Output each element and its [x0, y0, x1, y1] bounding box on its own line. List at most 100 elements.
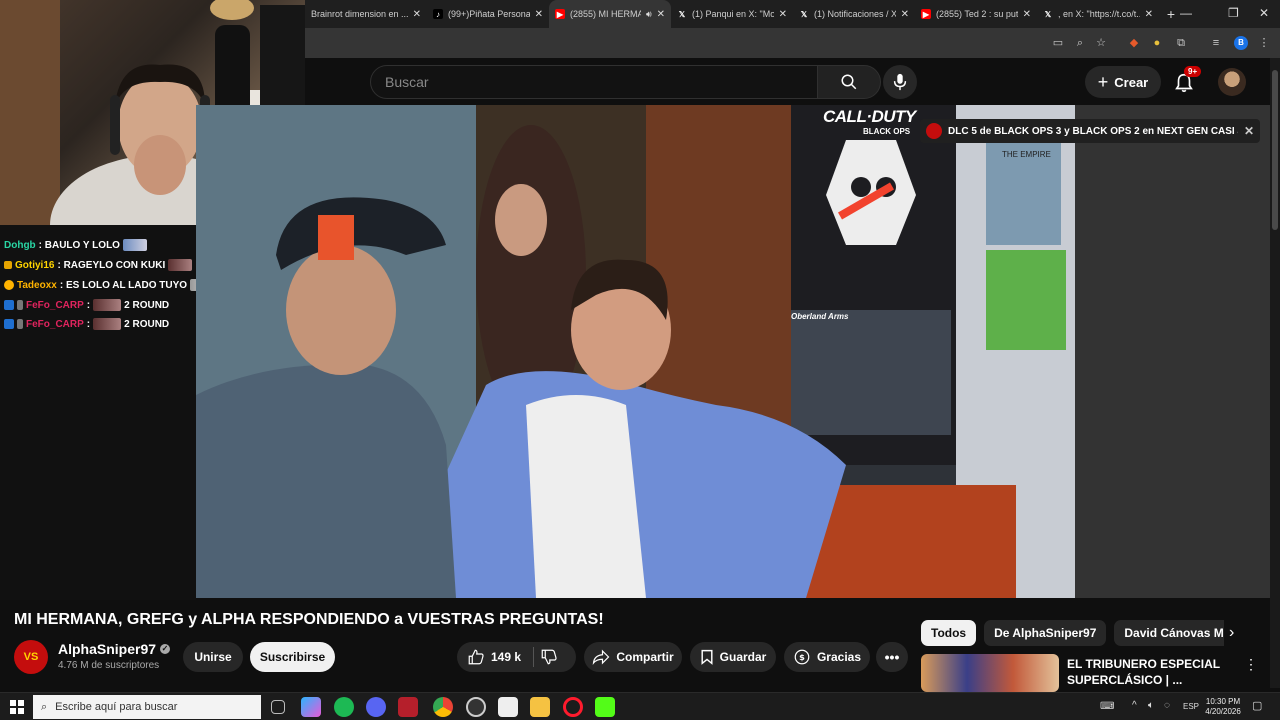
- voice-search-button[interactable]: [883, 65, 917, 99]
- close-notification-icon[interactable]: ✕: [1244, 124, 1254, 138]
- like-dislike-group: 149 k: [457, 642, 576, 672]
- windows-taskbar: ⌕ Escribe aquí para buscar ⌨ ^ 🔈︎ ◌ ESP …: [0, 692, 1280, 720]
- browser-tab-active[interactable]: ▶ (2855) MI HERMA 🔊︎ ✕: [549, 0, 671, 28]
- browser-tab[interactable]: ♪ (99+)Piñata Personali... ✕: [427, 0, 549, 28]
- bookmark-star-icon[interactable]: ☆: [1094, 36, 1108, 50]
- create-button[interactable]: + Crear: [1085, 66, 1161, 98]
- thanks-button[interactable]: $ Gracias: [784, 642, 870, 672]
- tab-title: (99+)Piñata Personali...: [448, 9, 530, 19]
- video-player[interactable]: CALL·DUTY BLACK OPS THE EMPIRE Oberland …: [196, 105, 1075, 598]
- notification-toast[interactable]: DLC 5 de BLACK OPS 3 y BLACK OPS 2 en NE…: [920, 119, 1260, 143]
- chip-all[interactable]: Todos: [921, 620, 977, 646]
- super-thanks-icon: $: [794, 649, 810, 665]
- obs-icon[interactable]: [466, 697, 486, 717]
- thanks-label: Gracias: [816, 650, 862, 664]
- youtube-icon: ▶: [921, 9, 931, 19]
- capcut-icon[interactable]: [498, 697, 518, 717]
- clock-date: 4/20/2026: [1205, 707, 1241, 716]
- minimize-icon[interactable]: —: [1180, 6, 1192, 20]
- extension-fox-icon[interactable]: ◆: [1127, 36, 1141, 50]
- recommendation-chips: Todos De AlphaSniper97 David Cánovas Mar: [921, 620, 1225, 646]
- kick-icon[interactable]: [595, 697, 615, 717]
- zoom-icon[interactable]: ⌕: [1073, 36, 1087, 50]
- browser-tab[interactable]: 𝕏 (1) Panqui en X: "Mor... ✕: [671, 0, 793, 28]
- page-scrollbar-thumb[interactable]: [1272, 70, 1278, 230]
- search-input[interactable]: Buscar: [370, 65, 818, 99]
- browser-tab[interactable]: ▶ (2855) Ted 2 : su puta... ✕: [915, 0, 1037, 28]
- share-button[interactable]: Compartir: [584, 642, 682, 672]
- browser-tab[interactable]: 𝕏 , en X: "https://t.co/t... ✕: [1037, 0, 1159, 28]
- close-tab-icon[interactable]: ✕: [413, 9, 421, 20]
- close-tab-icon[interactable]: ✕: [1145, 9, 1153, 20]
- chevron-right-icon[interactable]: ›: [1229, 624, 1234, 642]
- windows-start-icon[interactable]: [10, 700, 24, 714]
- tab-title: (2855) MI HERMA: [570, 9, 641, 19]
- keyboard-icon[interactable]: ⌨: [1100, 701, 1114, 712]
- recommended-video-thumbnail[interactable]: [921, 654, 1059, 692]
- x-icon: 𝕏: [678, 9, 686, 19]
- restore-icon[interactable]: ❐: [1228, 6, 1239, 20]
- extension-color-icon[interactable]: ●: [1150, 36, 1164, 50]
- chat-text: 2 ROUND: [124, 299, 170, 311]
- chat-text: 2 ROUND: [124, 318, 170, 330]
- cast-icon[interactable]: ▭: [1051, 36, 1065, 50]
- channel-name-row[interactable]: AlphaSniper97 ✓: [58, 641, 171, 657]
- copilot-icon[interactable]: [301, 697, 321, 717]
- taskbar-search-input[interactable]: ⌕ Escribe aquí para buscar: [33, 695, 261, 719]
- browser-tab[interactable]: Brainrot dimension en ... ✕: [305, 0, 427, 28]
- channel-name[interactable]: AlphaSniper97: [58, 641, 156, 657]
- thumbs-down-icon[interactable]: [540, 648, 558, 666]
- subscribe-button[interactable]: Suscribirse: [250, 642, 335, 672]
- chip-channel[interactable]: De AlphaSniper97: [984, 620, 1107, 646]
- browser-tab[interactable]: 𝕏 (1) Notificaciones / X ✕: [793, 0, 915, 28]
- search-button[interactable]: [817, 65, 881, 99]
- chat-username: FeFo_CARP: [26, 318, 84, 330]
- close-window-icon[interactable]: ✕: [1259, 6, 1269, 20]
- opera-icon[interactable]: [563, 697, 583, 717]
- verified-check-icon: ✓: [160, 644, 171, 654]
- notifications-button[interactable]: 9+: [1171, 66, 1202, 96]
- media-list-icon[interactable]: ≡: [1209, 36, 1223, 50]
- system-clock[interactable]: 10:30 PM 4/20/2026: [1200, 697, 1246, 717]
- notification-center-icon[interactable]: ▢: [1252, 699, 1262, 712]
- spotify-icon[interactable]: [334, 697, 354, 717]
- account-avatar[interactable]: [1218, 68, 1246, 96]
- close-tab-icon[interactable]: ✕: [779, 9, 787, 20]
- network-icon[interactable]: ◌: [1164, 700, 1170, 711]
- close-tab-icon[interactable]: ✕: [901, 9, 909, 20]
- chrome-icon[interactable]: [433, 697, 453, 717]
- chat-text: : RAGEYLO CON KUKI: [57, 259, 166, 271]
- recommended-video-title[interactable]: EL TRIBUNERO ESPECIAL SUPERCLÁSICO | ...: [1067, 656, 1237, 688]
- chat-separator: :: [86, 318, 91, 330]
- browser-menu-icon[interactable]: ⋮: [1257, 36, 1271, 50]
- chat-message: Tadeoxx : ES LOLO AL LADO TUYO: [4, 279, 215, 291]
- close-tab-icon[interactable]: ✕: [1023, 9, 1031, 20]
- thumbs-up-icon[interactable]: [467, 648, 485, 666]
- close-tab-icon[interactable]: ✕: [535, 9, 543, 20]
- tray-chevron-icon[interactable]: ^: [1132, 700, 1137, 711]
- browser-toolbar: ▭ ⌕ ☆ ◆ ● ⧉ ≡ B ⋮: [305, 28, 1280, 58]
- save-label: Guardar: [719, 650, 767, 664]
- tab-title: (1) Notificaciones / X: [814, 9, 896, 19]
- volume-icon[interactable]: 🔈︎: [1148, 700, 1154, 711]
- close-tab-icon[interactable]: ✕: [657, 9, 665, 20]
- discord-icon[interactable]: [366, 697, 386, 717]
- join-button[interactable]: Unirse: [183, 642, 243, 672]
- file-explorer-icon[interactable]: [530, 697, 550, 717]
- task-view-icon[interactable]: [271, 700, 285, 714]
- input-language[interactable]: ESP: [1183, 702, 1199, 711]
- game-logo-subtext: BLACK OPS: [863, 127, 911, 136]
- chip-related[interactable]: David Cánovas Mar: [1114, 620, 1225, 646]
- like-count[interactable]: 149 k: [491, 650, 521, 664]
- svg-text:$: $: [799, 652, 805, 662]
- emote-icon: [93, 318, 122, 330]
- speaker-icon[interactable]: 🔊︎: [646, 9, 652, 20]
- poster-text: THE EMPIRE: [1002, 150, 1051, 159]
- save-button[interactable]: Guardar: [690, 642, 776, 672]
- more-vertical-icon[interactable]: ⋮: [1244, 656, 1258, 673]
- channel-avatar[interactable]: VS: [14, 640, 48, 674]
- profile-avatar-icon[interactable]: B: [1234, 36, 1248, 50]
- extensions-puzzle-icon[interactable]: ⧉: [1174, 36, 1188, 50]
- more-actions-button[interactable]: •••: [876, 642, 908, 672]
- voicemeeter-icon[interactable]: [398, 697, 418, 717]
